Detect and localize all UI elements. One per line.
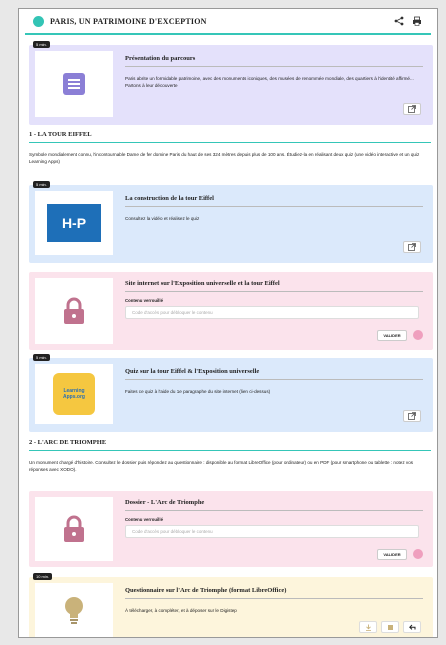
- access-code-input[interactable]: Code d'accès pour débloquer le contenu: [125, 306, 419, 319]
- card-title: Quiz sur la tour Eiffel & l'Exposition u…: [125, 368, 423, 380]
- validate-button[interactable]: VALIDER: [377, 549, 407, 560]
- card-quiz: 5 min. Learning Apps.org Quiz sur la tou…: [29, 354, 433, 432]
- card-title: Dossier - L'Arc de Triomphe: [125, 499, 423, 511]
- card-thumbnail: [35, 583, 113, 637]
- card-thumbnail: [35, 497, 113, 561]
- lock-icon: [64, 515, 84, 542]
- card-thumbnail: [35, 278, 113, 344]
- card-questionnaire: 10 min. Questionnaire sur l'Arc de Triom…: [29, 573, 433, 637]
- external-link-icon: [408, 105, 416, 113]
- card-description: Consultez la vidéo et réalisez le quiz: [125, 216, 200, 221]
- section-text: Un monument chargé d'histoire. Consultez…: [29, 460, 414, 472]
- open-button[interactable]: [403, 103, 421, 115]
- card-site-internet: Site internet sur l'Exposition universel…: [29, 272, 433, 350]
- duration-badge: 5 min.: [33, 181, 50, 188]
- card-title: Questionnaire sur l'Arc de Triomphe (for…: [125, 587, 423, 599]
- duration-badge: 5 min.: [33, 41, 50, 48]
- external-link-icon: [408, 243, 416, 251]
- print-icon[interactable]: [411, 15, 423, 27]
- card-title: Présentation du parcours: [125, 55, 423, 67]
- lock-icon: [64, 297, 84, 324]
- app-frame: PARIS, UN PATRIMOINE D'EXCEPTION 5 min. …: [18, 8, 438, 638]
- reply-icon: [408, 624, 415, 630]
- file-icon: [387, 624, 393, 630]
- duration-badge: 10 min.: [33, 573, 53, 580]
- document-button[interactable]: [381, 621, 399, 633]
- card-title: La construction de la tour Eiffel: [125, 195, 423, 207]
- card-description: Paris abrite un formidable patrimoine, a…: [125, 76, 414, 88]
- card-description: À télécharger, à compléter, et à déposer…: [125, 608, 237, 613]
- card-thumbnail: H-P: [35, 191, 113, 255]
- brand-dot-icon: [33, 15, 44, 27]
- page-title: PARIS, UN PATRIMOINE D'EXCEPTION: [50, 16, 207, 26]
- card-presentation: 5 min. Présentation du parcours Paris ab…: [29, 41, 433, 125]
- status-dot-icon: [413, 549, 423, 559]
- validate-button[interactable]: VALIDER: [377, 330, 407, 341]
- locked-label: Contenu verrouillé: [125, 298, 163, 303]
- lightbulb-icon: [65, 597, 83, 624]
- h5p-logo: H-P: [47, 204, 101, 242]
- open-button[interactable]: [403, 410, 421, 422]
- card-construction: 5 min. H-P La construction de la tour Ei…: [29, 181, 433, 263]
- share-icon[interactable]: [393, 15, 405, 27]
- section-text: Symbole mondialement connu, l'incontourn…: [29, 152, 420, 164]
- logo-text: Apps.org: [63, 394, 85, 400]
- open-button[interactable]: [403, 241, 421, 253]
- document-icon: [63, 73, 85, 95]
- duration-badge: 5 min.: [33, 354, 50, 361]
- locked-label: Contenu verrouillé: [125, 517, 163, 522]
- card-thumbnail: [35, 51, 113, 117]
- header-bar: PARIS, UN PATRIMOINE D'EXCEPTION: [25, 9, 431, 35]
- card-thumbnail: Learning Apps.org: [35, 364, 113, 424]
- back-button[interactable]: [403, 621, 421, 633]
- learningapps-logo: Learning Apps.org: [53, 373, 95, 415]
- external-link-icon: [408, 412, 416, 420]
- card-dossier: Dossier - L'Arc de Triomphe Contenu verr…: [29, 491, 433, 567]
- download-button[interactable]: [359, 621, 377, 633]
- card-description: Faites ce quiz à l'aide du 1e paragraphe…: [125, 389, 271, 394]
- section-heading: 1 - LA TOUR EIFFEL: [29, 131, 431, 143]
- access-code-input[interactable]: Code d'accès pour débloquer le contenu: [125, 525, 419, 538]
- card-title: Site internet sur l'Exposition universel…: [125, 280, 423, 292]
- status-dot-icon: [413, 330, 423, 340]
- section-heading: 2 - L'ARC DE TRIOMPHE: [29, 439, 431, 451]
- download-icon: [365, 624, 371, 631]
